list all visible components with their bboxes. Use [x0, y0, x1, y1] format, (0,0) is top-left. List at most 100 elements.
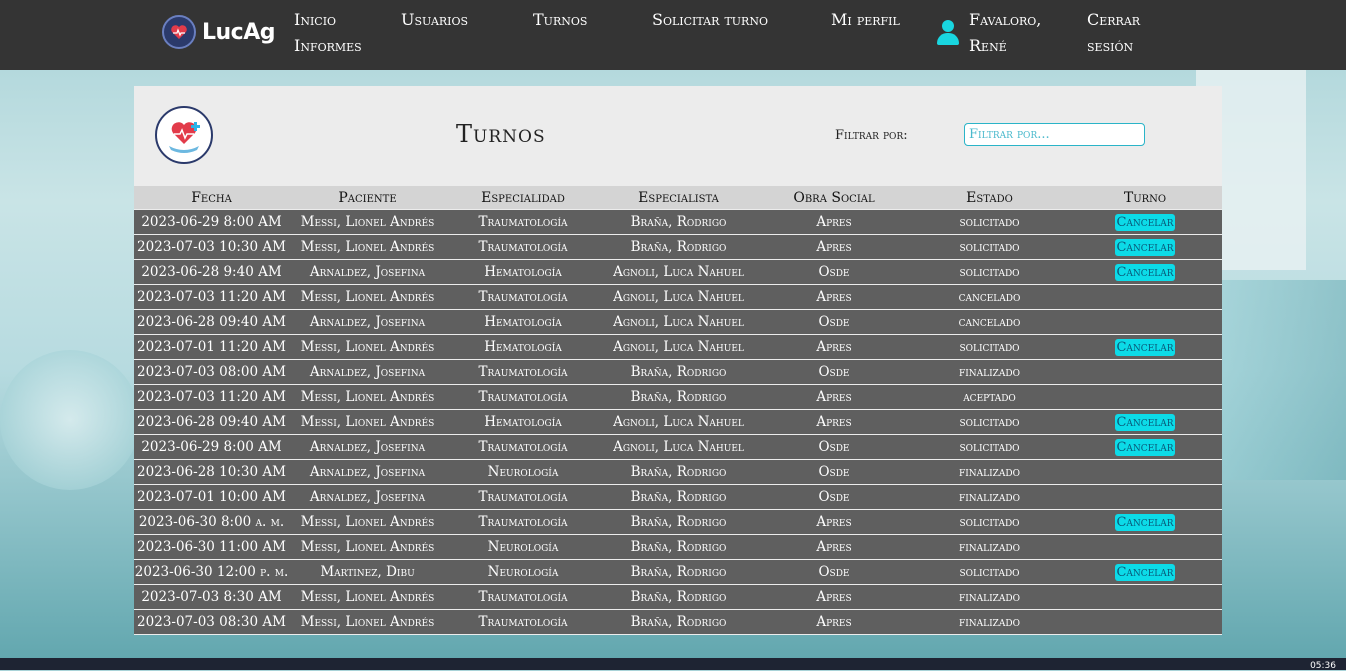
turnos-panel: Turnos Filtrar por: FechaPacienteEspecia… [134, 86, 1222, 635]
user-name-line1: Favaloro, [969, 10, 1042, 29]
cell-fecha: 2023-07-03 08:00 AM [134, 359, 289, 385]
cell-estado: solicitado [911, 509, 1068, 535]
cell-turno [1068, 609, 1222, 634]
cell-obra-social: Osde [757, 309, 911, 335]
clinic-logo-icon [155, 106, 213, 164]
cell-fecha: 2023-06-30 8:00 a. m. [134, 509, 289, 535]
cell-obra-social: Osde [757, 259, 911, 285]
cell-especialidad: Traumatología [446, 209, 600, 235]
cell-turno [1068, 584, 1222, 610]
cell-obra-social: Osde [757, 434, 911, 460]
cell-especialista: Agnoli, Luca Nahuel [600, 334, 757, 360]
cell-paciente: Messi, Lionel Andrés [289, 409, 446, 435]
cell-estado: solicitado [911, 434, 1068, 460]
table-row: 2023-07-03 11:20 AM Messi, Lionel Andrés T… [134, 284, 1222, 310]
cell-especialidad: Traumatología [446, 434, 600, 460]
cell-fecha: 2023-07-01 11:20 AM [134, 334, 289, 360]
column-header: Obra Social [757, 186, 911, 210]
nav-turnos[interactable]: Turnos [533, 7, 587, 33]
cell-paciente: Messi, Lionel Andrés [289, 384, 446, 410]
cell-paciente: Arnaldez, Josefina [289, 484, 446, 510]
cell-estado: finalizado [911, 609, 1068, 634]
user-name-line2: René [969, 36, 1007, 55]
column-header: Especialidad [446, 186, 600, 210]
cell-paciente: Messi, Lionel Andrés [289, 334, 446, 360]
cell-especialidad: Traumatología [446, 384, 600, 410]
cancel-button[interactable]: Cancelar [1115, 263, 1175, 281]
cell-estado: finalizado [911, 459, 1068, 485]
cancel-button[interactable]: Cancelar [1115, 238, 1175, 256]
filter-label: Filtrar por: [835, 128, 908, 143]
nav-solicitar-turno[interactable]: Solicitar turno [652, 7, 768, 33]
cell-obra-social: Osde [757, 359, 911, 385]
cell-obra-social: Osde [757, 484, 911, 510]
nav-cerrar-sesion-2[interactable]: sesión [1087, 33, 1133, 59]
cell-especialista: Braña, Rodrigo [600, 359, 757, 385]
cancel-button[interactable]: Cancelar [1115, 413, 1175, 431]
cell-fecha: 2023-06-29 8:00 AM [134, 209, 289, 235]
cell-turno: Cancelar [1068, 509, 1222, 535]
cell-obra-social: Apres [757, 509, 911, 535]
cell-turno: Cancelar [1068, 259, 1222, 285]
cell-especialidad: Traumatología [446, 509, 600, 535]
heart-logo-icon [162, 15, 196, 49]
cell-obra-social: Apres [757, 384, 911, 410]
nav-usuarios[interactable]: Usuarios [401, 7, 468, 33]
page-title: Turnos [456, 120, 546, 148]
cell-especialidad: Traumatología [446, 359, 600, 385]
table-row: 2023-06-30 12:00 p. m. Martinez, Dibu Neur… [134, 559, 1222, 585]
table-row: 2023-07-03 08:00 AM Arnaldez, Josefina Tra… [134, 359, 1222, 385]
table-row: 2023-06-30 8:00 a. m. Messi, Lionel André… [134, 509, 1222, 535]
cell-paciente: Messi, Lionel Andrés [289, 284, 446, 310]
cancel-button[interactable]: Cancelar [1115, 338, 1175, 356]
cell-especialidad: Hematología [446, 334, 600, 360]
background-wall [1206, 280, 1346, 480]
column-header: Fecha [134, 186, 289, 210]
cell-especialista: Braña, Rodrigo [600, 534, 757, 560]
cancel-button[interactable]: Cancelar [1115, 513, 1175, 531]
nav-mi-perfil[interactable]: Mi perfil [831, 7, 900, 33]
table-row: 2023-07-03 11:20 AM Messi, Lionel Andrés T… [134, 384, 1222, 410]
cell-obra-social: Apres [757, 209, 911, 235]
cell-fecha: 2023-06-28 09:40 AM [134, 409, 289, 435]
nav-cerrar-sesion[interactable]: Cerrar [1087, 7, 1140, 33]
table-row: 2023-06-28 10:30 AM Arnaldez, Josefina Neu… [134, 459, 1222, 485]
cancel-button[interactable]: Cancelar [1115, 213, 1175, 231]
cell-especialidad: Traumatología [446, 484, 600, 510]
cell-paciente: Martinez, Dibu [289, 559, 446, 585]
nav-informes[interactable]: Informes [294, 33, 362, 59]
cell-fecha: 2023-06-28 9:40 AM [134, 259, 289, 285]
cell-turno [1068, 384, 1222, 410]
cell-obra-social: Apres [757, 284, 911, 310]
cell-especialista: Braña, Rodrigo [600, 209, 757, 235]
cell-turno: Cancelar [1068, 334, 1222, 360]
cell-fecha: 2023-07-01 10:00 AM [134, 484, 289, 510]
cell-especialista: Braña, Rodrigo [600, 509, 757, 535]
cell-fecha: 2023-07-03 08:30 AM [134, 609, 289, 634]
cell-paciente: Messi, Lionel Andrés [289, 534, 446, 560]
filter-input[interactable] [964, 123, 1145, 146]
column-header: Especialista [600, 186, 757, 210]
cell-paciente: Arnaldez, Josefina [289, 259, 446, 285]
cell-estado: solicitado [911, 334, 1068, 360]
cell-obra-social: Apres [757, 609, 911, 634]
table-row: 2023-07-03 10:30 AM Messi, Lionel Andrés T… [134, 234, 1222, 260]
cell-estado: solicitado [911, 409, 1068, 435]
cancel-button[interactable]: Cancelar [1115, 438, 1175, 456]
brand[interactable]: LucAg [162, 15, 276, 49]
cell-obra-social: Apres [757, 534, 911, 560]
cell-fecha: 2023-07-03 10:30 AM [134, 234, 289, 260]
table-row: 2023-06-28 9:40 AM Arnaldez, Josefina Hema… [134, 259, 1222, 285]
cell-turno: Cancelar [1068, 434, 1222, 460]
cell-turno [1068, 309, 1222, 335]
cell-estado: finalizado [911, 484, 1068, 510]
cell-fecha: 2023-06-29 8:00 AM [134, 434, 289, 460]
cell-obra-social: Osde [757, 559, 911, 585]
table-body: 2023-06-29 8:00 AM Messi, Lionel Andrés Tr… [134, 209, 1222, 634]
cancel-button[interactable]: Cancelar [1115, 563, 1175, 581]
cell-estado: solicitado [911, 259, 1068, 285]
cell-turno: Cancelar [1068, 234, 1222, 260]
cell-especialista: Agnoli, Luca Nahuel [600, 309, 757, 335]
cell-especialidad: Hematología [446, 409, 600, 435]
nav-inicio[interactable]: Inicio [294, 7, 336, 33]
